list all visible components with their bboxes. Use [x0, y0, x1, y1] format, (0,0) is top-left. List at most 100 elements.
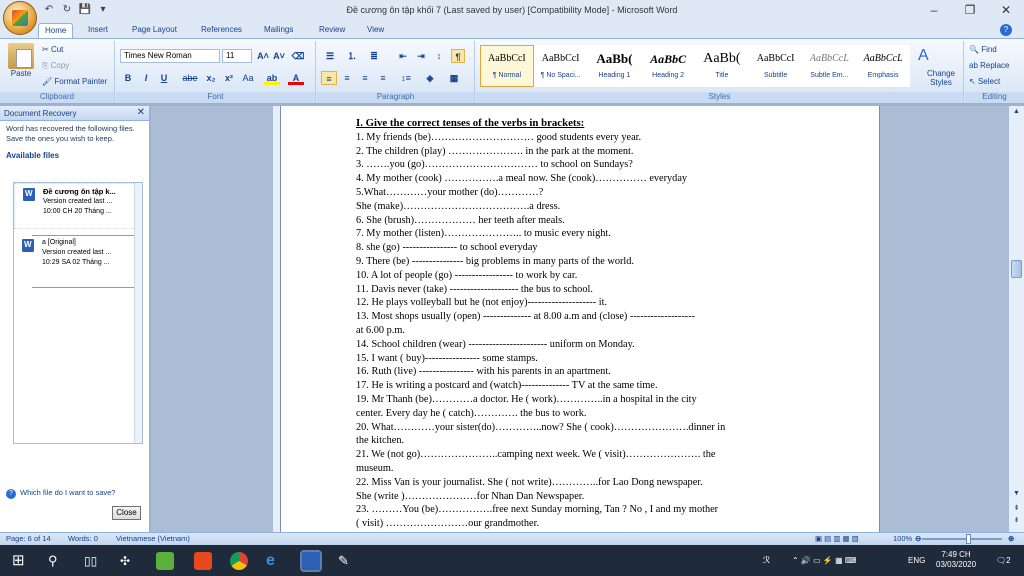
- windows-start-icon[interactable]: ⊞: [12, 552, 30, 570]
- zoom-level[interactable]: 100%: [893, 533, 912, 545]
- people-icon[interactable]: ℛ: [763, 545, 770, 576]
- copy-button[interactable]: ⎘ Copy: [42, 61, 69, 71]
- clock[interactable]: 7:49 CH 03/03/2020: [936, 545, 976, 570]
- recovered-file-item[interactable]: a [Original] Version created last ... 10…: [14, 235, 142, 281]
- view-buttons-icon[interactable]: ▣ ▤ ▥ ▦ ▧: [815, 533, 859, 545]
- which-file-help-link[interactable]: ? Which file do I want to save?: [6, 488, 115, 499]
- close-button[interactable]: ✕: [988, 0, 1024, 22]
- change-styles-button[interactable]: Change Styles: [924, 69, 958, 87]
- zoom-out-icon[interactable]: ⊖: [915, 533, 921, 545]
- shading-icon[interactable]: ◈: [421, 71, 439, 85]
- page-count[interactable]: Page: 6 of 14: [6, 533, 51, 545]
- style-subtle-emphasis[interactable]: AaBbCcL Subtle Em...: [802, 45, 857, 87]
- format-painter-button[interactable]: 🖌 Format Painter: [42, 77, 107, 86]
- vertical-scrollbar[interactable]: ▲ ▼ ⇞ ⇟: [1008, 106, 1024, 532]
- style-normal[interactable]: AaBbCcI ¶ Normal: [480, 45, 534, 87]
- replace-button[interactable]: ab Replace: [969, 61, 1009, 70]
- show-formatting-button[interactable]: ¶: [451, 49, 465, 63]
- edge-icon[interactable]: e: [266, 552, 284, 570]
- styles-label: Styles: [476, 92, 963, 103]
- change-styles-icon[interactable]: A: [918, 47, 929, 65]
- tab-home[interactable]: Home: [38, 23, 74, 38]
- style-no-spacing[interactable]: AaBbCcI ¶ No Spaci...: [533, 45, 588, 87]
- exercise-line: 13. Most shops usually (open) ----------…: [356, 311, 696, 323]
- prev-page-icon[interactable]: ⇞: [1011, 504, 1022, 514]
- tab-view[interactable]: View: [361, 23, 390, 38]
- style-heading-2[interactable]: AaBbC Heading 2: [641, 45, 695, 87]
- recovery-close-button[interactable]: Close: [112, 506, 141, 520]
- tab-page-layout[interactable]: Page Layout: [126, 23, 183, 38]
- bold-button[interactable]: B: [122, 71, 134, 85]
- line-spacing-icon[interactable]: ↕≡: [397, 71, 415, 85]
- minimize-button[interactable]: –: [916, 0, 952, 22]
- paste-button[interactable]: Paste: [6, 43, 36, 78]
- sort-icon[interactable]: ↕: [431, 49, 447, 63]
- change-case-button[interactable]: Aa: [240, 71, 256, 85]
- scroll-down-icon[interactable]: ▼: [1011, 490, 1022, 500]
- font-family-select[interactable]: Times New Roman: [120, 49, 220, 63]
- style-title[interactable]: AaBb(Title: [695, 45, 749, 87]
- increase-indent-icon[interactable]: ⇥: [413, 49, 429, 63]
- word-taskbar-icon[interactable]: [300, 550, 322, 572]
- next-page-icon[interactable]: ⇟: [1011, 516, 1022, 526]
- numbering-icon[interactable]: ⒈: [343, 49, 361, 63]
- app-green-icon[interactable]: [156, 552, 174, 570]
- notifications-icon[interactable]: 🗨2: [996, 545, 1011, 576]
- close-pane-icon[interactable]: ✕: [137, 107, 145, 118]
- maximize-button[interactable]: ❐: [952, 0, 988, 22]
- tab-references[interactable]: References: [195, 23, 248, 38]
- exercise-line: 17. He is writing a postcard and (watch)…: [356, 380, 658, 392]
- multilevel-list-icon[interactable]: ≣: [365, 49, 383, 63]
- scroll-thumb[interactable]: [1011, 260, 1022, 278]
- bullets-icon[interactable]: ☰: [321, 49, 339, 63]
- find-button[interactable]: 🔍 Find: [969, 45, 997, 54]
- zoom-slider-knob[interactable]: [966, 534, 971, 544]
- files-scrollbar[interactable]: [134, 183, 142, 443]
- zoom-in-icon[interactable]: ⊕: [1008, 533, 1014, 545]
- grow-font-button[interactable]: A˄: [256, 49, 270, 63]
- system-tray-icons[interactable]: ⌃ 🔊 ▭ ⚡ ▦ ⌨: [792, 545, 856, 576]
- shrink-font-button[interactable]: A˅: [272, 49, 286, 63]
- scroll-up-icon[interactable]: ▲: [1011, 108, 1022, 118]
- zoom-slider[interactable]: [922, 538, 1002, 540]
- file-name: a [Original]: [42, 239, 76, 246]
- highlight-icon[interactable]: ab: [264, 71, 280, 85]
- decrease-indent-icon[interactable]: ⇤: [395, 49, 411, 63]
- align-center-icon[interactable]: ≡: [339, 71, 355, 85]
- language-indicator[interactable]: Vietnamese (Vietnam): [116, 533, 190, 545]
- task-view-icon[interactable]: ▯▯: [84, 552, 102, 570]
- align-right-icon[interactable]: ≡: [357, 71, 373, 85]
- recovered-file-item[interactable]: Đề cương ôn tập k... Version created las…: [14, 183, 142, 229]
- word-count[interactable]: Words: 0: [68, 533, 98, 545]
- clear-format-icon[interactable]: ⌫: [291, 49, 305, 63]
- align-left-icon[interactable]: ≡: [321, 71, 337, 85]
- italic-button[interactable]: I: [140, 71, 152, 85]
- strikethrough-button[interactable]: abe: [180, 71, 200, 85]
- document-page[interactable]: I. Give the correct tenses of the verbs …: [280, 106, 880, 532]
- tab-insert[interactable]: Insert: [82, 23, 114, 38]
- app-puzzle-icon[interactable]: ✣: [120, 552, 138, 570]
- search-icon[interactable]: ⚲: [48, 552, 66, 570]
- app-orange-icon[interactable]: [194, 552, 212, 570]
- underline-button[interactable]: U: [158, 71, 170, 85]
- office-button[interactable]: [3, 1, 37, 35]
- help-icon[interactable]: ?: [1000, 24, 1012, 36]
- style-heading-1[interactable]: AaBb(Heading 1: [587, 45, 642, 87]
- style-subtitle[interactable]: AaBbCcI Subtitle: [748, 45, 803, 87]
- borders-icon[interactable]: ▦: [445, 71, 463, 85]
- style-name: Subtle Em...: [810, 72, 849, 79]
- font-size-select[interactable]: 11: [222, 49, 252, 63]
- tab-mailings[interactable]: Mailings: [258, 23, 299, 38]
- subscript-button[interactable]: x₂: [204, 71, 218, 85]
- chrome-icon[interactable]: [230, 552, 248, 570]
- language-tray[interactable]: ENG: [908, 545, 925, 576]
- font-color-icon[interactable]: A: [288, 71, 304, 85]
- select-button[interactable]: ↖ Select: [969, 77, 1000, 86]
- document-text[interactable]: I. Give the correct tenses of the verbs …: [356, 117, 816, 531]
- superscript-button[interactable]: x²: [222, 71, 236, 85]
- tab-review[interactable]: Review: [313, 23, 351, 38]
- style-emphasis[interactable]: AaBbCcL Emphasis: [856, 45, 910, 87]
- justify-icon[interactable]: ≡: [375, 71, 391, 85]
- paint-icon[interactable]: ✎: [338, 552, 356, 570]
- cut-button[interactable]: ✂ Cut: [42, 45, 63, 54]
